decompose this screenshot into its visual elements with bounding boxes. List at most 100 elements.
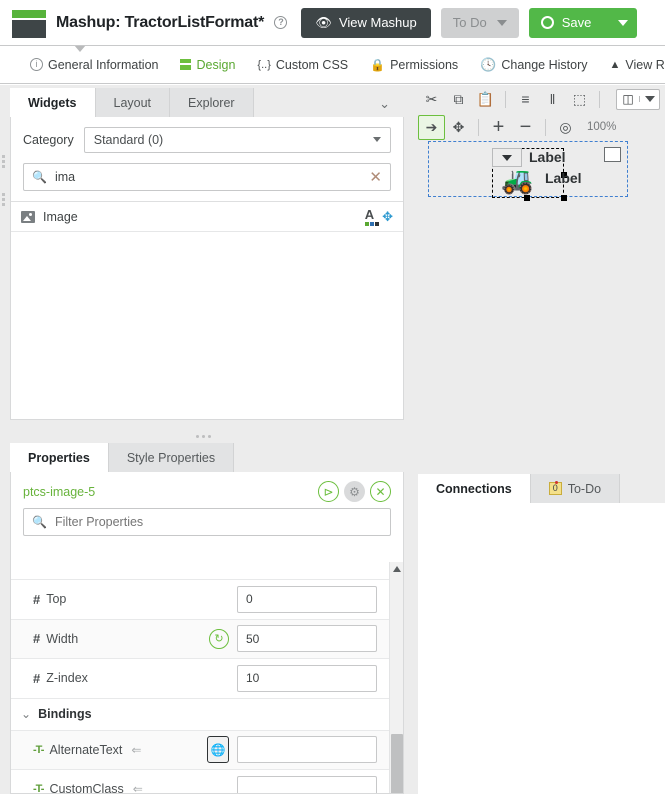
properties-panel: Properties Style Properties ptcs-image-5… [10, 443, 404, 794]
fit-icon[interactable]: ⬚ [566, 87, 593, 112]
nav-item-design[interactable]: Design [180, 58, 235, 72]
move-icon[interactable]: ✥ [445, 115, 472, 140]
table-row-partial [11, 568, 389, 579]
copy-icon[interactable]: ⧉ [445, 87, 472, 112]
toolbar-divider [599, 90, 600, 108]
nav-item-custom-css[interactable]: {..} Custom CSS [257, 58, 348, 72]
globe-icon[interactable]: 🌐 [207, 736, 229, 764]
nav-label: Design [196, 57, 236, 72]
binding-value-customclass[interactable] [237, 775, 377, 793]
connections-panel: Connections 0 To-Do [418, 474, 665, 794]
thingworx-logo [12, 8, 46, 38]
paste-icon[interactable]: 📋 [472, 87, 499, 112]
clear-search-icon[interactable]: ✕ [369, 170, 382, 185]
lock-icon[interactable] [604, 147, 621, 162]
active-tab-caret-icon [74, 46, 86, 52]
chevron-down-icon[interactable]: ⌄ [379, 96, 390, 112]
canvas-label-1[interactable]: Label [529, 149, 566, 165]
todo-label: To Do [452, 15, 487, 30]
tab-layout[interactable]: Layout [95, 88, 171, 117]
category-row: Category Standard (0) [11, 117, 403, 155]
property-name: Z-index [46, 671, 88, 686]
property-label: # Top [33, 592, 229, 607]
tab-explorer[interactable]: Explorer [170, 88, 254, 117]
left-splitter-handle[interactable] [2, 155, 5, 168]
scrollbar-thumb[interactable] [391, 734, 403, 793]
binding-value-alternatetext[interactable] [237, 736, 377, 764]
property-value-zindex[interactable]: 10 [237, 664, 377, 692]
tab-connections[interactable]: Connections [418, 474, 531, 503]
align-vertical-icon[interactable]: ‖ [539, 87, 566, 112]
nav-item-view-relationships[interactable]: ▲ View Rel [610, 58, 665, 72]
filter-properties-box[interactable]: 🔍 [23, 508, 391, 536]
tab-properties[interactable]: Properties [10, 443, 109, 472]
property-name: Top [46, 592, 67, 607]
section-bindings[interactable]: ⌄ Bindings [11, 697, 389, 730]
search-icon: 🔍 [32, 515, 47, 529]
nav-item-general-information[interactable]: i General Information [24, 58, 158, 72]
move-icon[interactable]: ✥ [382, 209, 393, 225]
plus-icon[interactable]: + [485, 115, 512, 140]
properties-list: # Top 0 # Width ↻ 50 # Z-index 10 ⌄ Bind… [11, 568, 389, 793]
gear-icon[interactable]: ⚙ [344, 481, 365, 502]
save-button[interactable]: Save [528, 7, 638, 38]
category-label: Category [23, 133, 74, 147]
widgets-tabstrip: Widgets Layout Explorer ⌄ [10, 88, 404, 117]
chevron-down-icon[interactable] [639, 96, 659, 102]
align-horizontal-icon[interactable]: ≡ [512, 87, 539, 112]
help-icon[interactable]: ? [274, 15, 288, 29]
close-icon[interactable]: ✕ [370, 481, 391, 502]
cursor-icon[interactable]: ➔ [418, 114, 445, 140]
widgets-panel-body: Category Standard (0) 🔍 ✕ [10, 117, 404, 420]
view-mashup-button[interactable]: 👁 View Mashup [301, 7, 431, 38]
tab-widgets[interactable]: Widgets [10, 88, 96, 117]
mashup-canvas[interactable]: 🚜 Label Label [418, 141, 665, 211]
property-row-top[interactable]: # Top 0 [11, 579, 389, 619]
mashup-container[interactable]: 🚜 Label Label [428, 141, 628, 201]
connections-panel-body [418, 503, 665, 794]
canvas-label-2[interactable]: Label [545, 170, 582, 186]
category-select[interactable]: Standard (0) [83, 127, 391, 153]
info-icon: i [30, 58, 43, 71]
target-icon[interactable]: ◎ [552, 115, 579, 140]
view-mode-control[interactable]: ◫ [616, 88, 660, 110]
refresh-icon[interactable]: ↻ [209, 628, 229, 649]
panel-resize-grip[interactable] [196, 435, 211, 438]
properties-scrollbar[interactable] [389, 562, 403, 793]
nav-item-permissions[interactable]: 🔒 Permissions [370, 58, 458, 72]
binding-row-alternatetext[interactable]: -T- AlternateText ⇐ 🌐 [11, 729, 389, 769]
text-style-icon[interactable]: A [364, 207, 379, 226]
left-column: Widgets Layout Explorer ⌄ Category Stand… [0, 85, 412, 794]
tab-todo[interactable]: 0 To-Do [530, 474, 621, 503]
todo-button[interactable]: To Do [440, 7, 519, 38]
widget-search-box[interactable]: 🔍 ✕ [23, 163, 391, 191]
main-nav: i General Information Design {..} Custom… [0, 46, 665, 84]
save-dropdown-button[interactable] [607, 7, 637, 38]
canvas-toolbar-row-2: ➔ ✥ + − ◎ 100% [412, 113, 665, 141]
tractor-icon: 🚜 [501, 165, 534, 195]
resize-handle-s[interactable] [524, 195, 530, 201]
property-row-width[interactable]: # Width ↻ 50 [11, 618, 389, 658]
left-splitter-handle-2[interactable] [2, 193, 5, 206]
property-row-zindex[interactable]: # Z-index 10 [11, 658, 389, 698]
page-title: Mashup: TractorListFormat* ? [56, 14, 288, 32]
nav-label: General Information [48, 57, 159, 72]
nav-item-change-history[interactable]: 🕓 Change History [480, 57, 587, 73]
resize-handle-se[interactable] [561, 195, 567, 201]
property-value-width[interactable]: 50 [237, 625, 377, 653]
share-icon[interactable]: ⊳ [318, 481, 339, 502]
widget-list-item-image[interactable]: Image A ✥ [11, 202, 403, 232]
property-value-top[interactable]: 0 [237, 585, 377, 613]
scissors-icon[interactable]: ✂ [418, 87, 445, 112]
minus-icon[interactable]: − [512, 115, 539, 140]
hash-icon: # [33, 670, 41, 686]
nav-label: View Rel [625, 57, 665, 72]
filter-properties-input[interactable] [46, 514, 382, 530]
scroll-up-icon[interactable] [393, 566, 401, 572]
binding-row-customclass[interactable]: -T- CustomClass ⇐ [11, 769, 389, 793]
tab-style-properties[interactable]: Style Properties [108, 443, 235, 472]
tab-todo-label: To-Do [567, 481, 602, 496]
widget-search-input[interactable] [46, 169, 370, 185]
view-mashup-label: View Mashup [338, 15, 417, 30]
chevron-down-icon [373, 137, 381, 142]
